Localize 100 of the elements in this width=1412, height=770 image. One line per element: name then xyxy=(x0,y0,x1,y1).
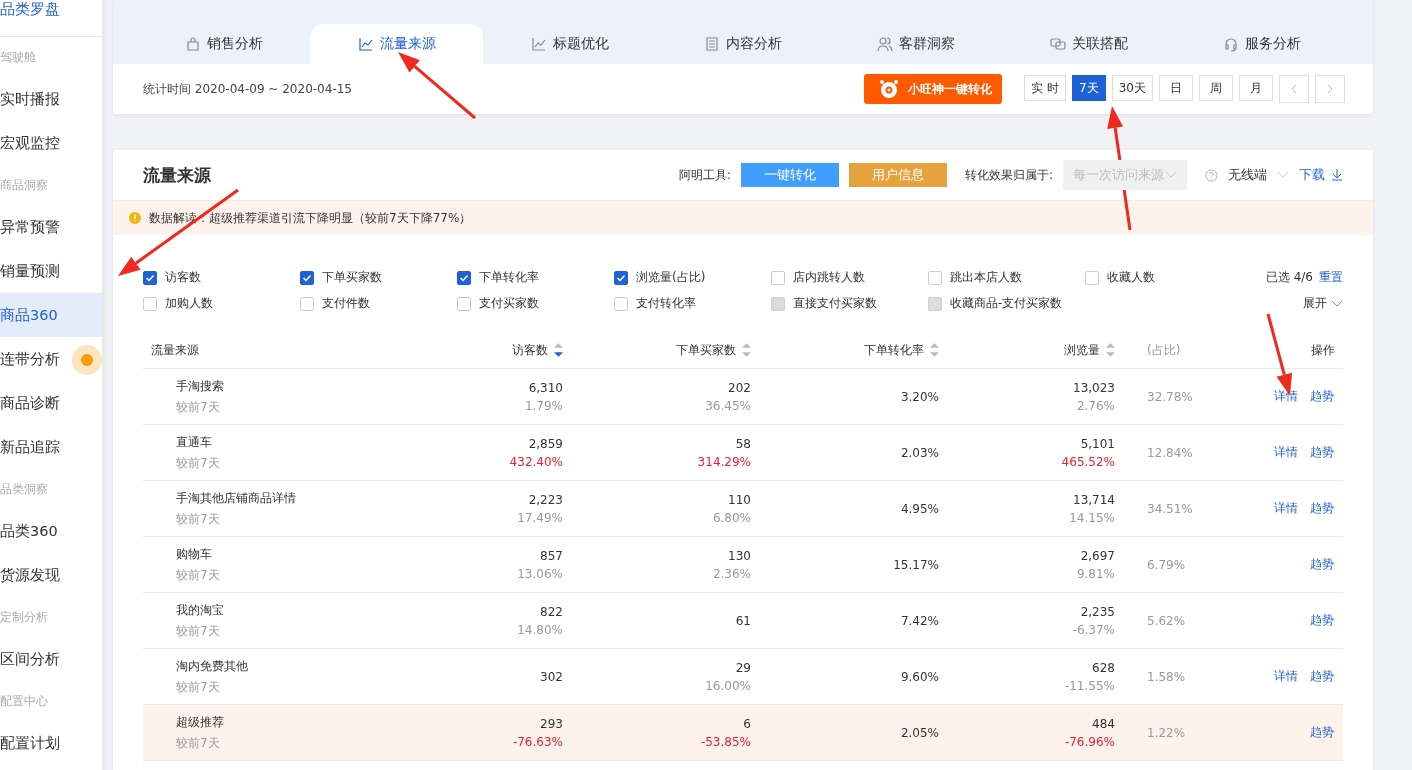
sidebar-item[interactable]: 配置计划 xyxy=(0,721,102,765)
detail-link[interactable]: 详情 xyxy=(1274,444,1298,461)
detail-link[interactable]: 详情 xyxy=(1274,500,1298,517)
warning-icon xyxy=(129,212,141,224)
date-range: 统计时间 2020-04-09 ~ 2020-04-15 xyxy=(143,80,353,98)
checkbox[interactable] xyxy=(143,270,157,285)
table-cell-text: 293 xyxy=(539,716,563,731)
change-value: 2.36% xyxy=(711,566,751,581)
sidebar-item[interactable]: 异常预警 xyxy=(0,205,102,249)
chevron-down-icon xyxy=(1331,299,1343,308)
detail-link[interactable]: 详情 xyxy=(1274,388,1298,405)
sidebar-item[interactable]: 品类360 xyxy=(0,509,102,553)
column-header[interactable]: 下单转化率 xyxy=(864,341,924,359)
period-button[interactable]: 月 xyxy=(1239,75,1273,101)
change-value: 14.15% xyxy=(1068,510,1115,525)
reset-link[interactable]: 重置 xyxy=(1319,269,1343,286)
table-cell: 4.95% xyxy=(900,501,939,516)
change-value: -53.85% xyxy=(699,734,751,749)
period-button[interactable]: 周 xyxy=(1199,75,1233,101)
trend-link[interactable]: 趋势 xyxy=(1310,668,1334,685)
period-button[interactable]: 30天 xyxy=(1111,75,1153,101)
source-name: 购物车 xyxy=(176,545,213,563)
trend-link[interactable]: 趋势 xyxy=(1310,388,1334,405)
period-button[interactable]: 实 时 xyxy=(1023,75,1066,101)
checkbox-label: 支付件数 xyxy=(322,295,370,312)
period-button[interactable]: 日 xyxy=(1159,75,1193,101)
sidebar-item[interactable]: 新品追踪 xyxy=(0,425,102,469)
table-cell-text: 202 xyxy=(727,380,751,395)
sidebar-item[interactable]: 销量预测 xyxy=(0,249,102,293)
column-header[interactable]: 访客数 xyxy=(512,341,548,359)
panel-title: 流量来源 xyxy=(143,163,212,187)
change-value: 17.49% xyxy=(516,510,563,525)
download-link[interactable]: 下载 xyxy=(1299,166,1343,184)
column-header[interactable]: 浏览量 xyxy=(1064,341,1100,359)
tab[interactable]: 内容分析 xyxy=(656,24,830,64)
table-cell: 2.03% xyxy=(900,445,939,460)
sidebar-item[interactable]: 货源发现 xyxy=(0,553,102,597)
sidebar-heading: 定制分析 xyxy=(0,609,49,626)
chevron-down-icon xyxy=(1277,171,1289,179)
source-name: 超级推荐 xyxy=(176,713,225,731)
tab[interactable]: 流量来源 xyxy=(310,24,484,64)
sort-icon[interactable] xyxy=(554,343,563,357)
sidebar-item[interactable]: 连带分析 xyxy=(0,337,102,381)
checkbox-label: 支付转化率 xyxy=(636,295,696,312)
sidebar-item[interactable]: 实时播报 xyxy=(0,77,102,121)
overlap-icon xyxy=(1050,36,1067,52)
previous-button[interactable] xyxy=(1279,75,1309,103)
checkbox-label: 支付买家数 xyxy=(479,295,539,312)
change-value: 36.45% xyxy=(704,398,751,413)
table-cell-text: 857 xyxy=(539,548,563,563)
line-chart-icon xyxy=(530,36,547,52)
sidebar-item[interactable]: 宏观监控 xyxy=(0,121,102,165)
checkbox[interactable] xyxy=(457,270,471,285)
change-value: 9.81% xyxy=(1075,566,1115,581)
detail-link[interactable]: 详情 xyxy=(1274,668,1298,685)
device-select[interactable]: 无线端 xyxy=(1228,166,1289,184)
table-cell-text: 13,023 xyxy=(1072,380,1115,395)
table-cell-text: 6,310 xyxy=(527,380,563,395)
share-value: 32.78% xyxy=(1147,389,1194,404)
period-button[interactable]: 7天 xyxy=(1071,75,1106,101)
trend-link[interactable]: 趋势 xyxy=(1310,556,1334,573)
trend-link[interactable]: 趋势 xyxy=(1310,444,1334,461)
source-name: 淘内免费其他 xyxy=(176,657,249,675)
help-icon[interactable] xyxy=(1205,168,1218,182)
table-cell-text: 61 xyxy=(734,613,751,628)
tab[interactable]: 关联搭配 xyxy=(1002,24,1176,64)
change-value: 1.79% xyxy=(523,398,563,413)
table-cell: 9.60% xyxy=(900,669,939,684)
download-icon xyxy=(1331,169,1343,181)
expand-toggle[interactable]: 展开 xyxy=(1303,295,1343,312)
next-button[interactable] xyxy=(1315,75,1345,103)
tab[interactable]: 客群洞察 xyxy=(829,24,1003,64)
checkbox-label: 店内跳转人数 xyxy=(793,269,865,286)
share-value: 1.22% xyxy=(1147,725,1187,740)
checkbox-label: 访客数 xyxy=(165,269,201,286)
tab[interactable]: 服务分析 xyxy=(1175,24,1349,64)
sidebar-heading: 商品洞察 xyxy=(0,177,49,194)
compare-label: 较前7天 xyxy=(176,398,221,416)
trend-link[interactable]: 趋势 xyxy=(1310,500,1334,517)
sidebar-item[interactable]: 商品360 xyxy=(0,293,102,337)
table-cell-text: 2,859 xyxy=(527,436,563,451)
change-value: 465.52% xyxy=(1060,454,1115,469)
source-name: 手淘搜索 xyxy=(176,377,225,395)
trend-link[interactable]: 趋势 xyxy=(1310,724,1334,741)
table-cell-text: 484 xyxy=(1091,716,1115,731)
checkbox-label: 浏览量(占比) xyxy=(636,269,706,286)
column-header[interactable]: 下单买家数 xyxy=(676,341,736,359)
compare-label: 较前7天 xyxy=(176,734,221,752)
checkbox[interactable] xyxy=(614,270,628,285)
sidebar-item[interactable]: 商品诊断 xyxy=(0,381,102,425)
table-cell-text: 110 xyxy=(727,492,751,507)
change-value: 6.80% xyxy=(711,510,751,525)
tab[interactable]: 销售分析 xyxy=(137,24,311,64)
table-cell-text: 2,235 xyxy=(1079,604,1115,619)
tab[interactable]: 标题优化 xyxy=(483,24,657,64)
trend-link[interactable]: 趋势 xyxy=(1310,612,1334,629)
checkbox[interactable] xyxy=(300,270,314,285)
sidebar-item[interactable]: 区间分析 xyxy=(0,637,102,681)
source-name: 直通车 xyxy=(176,433,213,451)
list-icon xyxy=(704,36,720,52)
